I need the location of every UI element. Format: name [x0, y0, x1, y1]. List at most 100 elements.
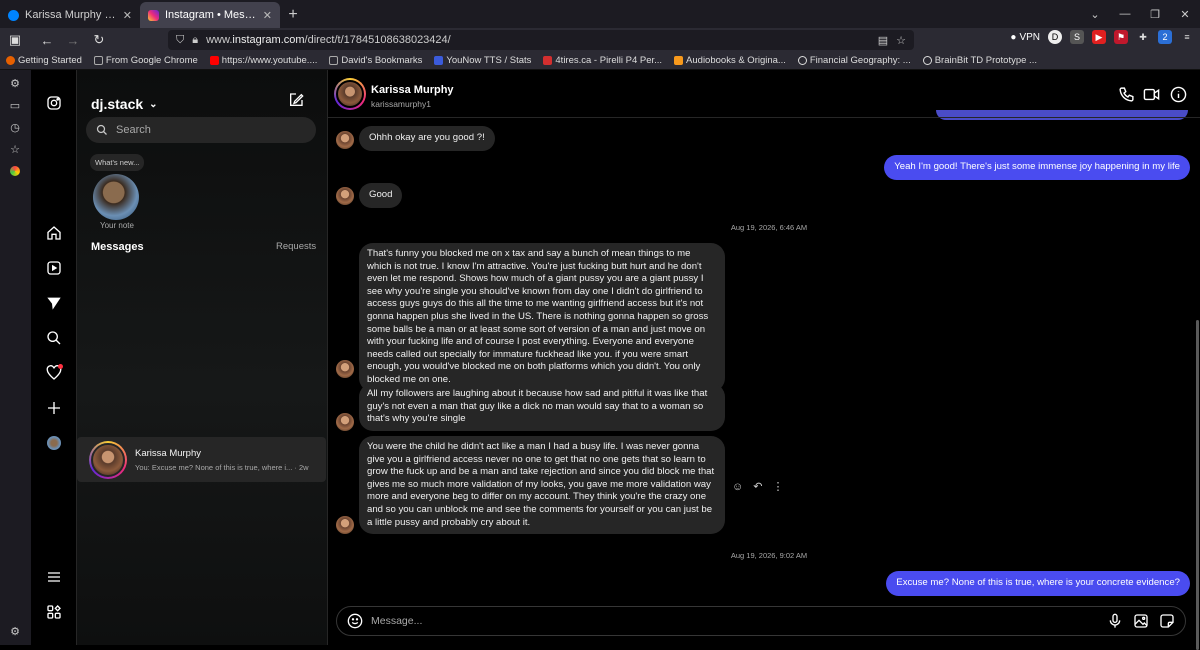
ai-chat-icon[interactable]: ⚙ [8, 76, 22, 90]
react-emoji-icon[interactable]: ☺ [732, 481, 743, 493]
chevron-down-icon: ⌄ [149, 98, 158, 110]
youtube-extension-icon[interactable]: ▶ [1092, 30, 1106, 44]
your-note-label: Your note [100, 221, 134, 230]
message-bubble[interactable]: That's funny you blocked me on x tax and… [359, 243, 725, 392]
menu-icon[interactable]: ≡ [1180, 30, 1194, 44]
vpn-button[interactable]: ● VPN [1010, 32, 1040, 43]
back-icon[interactable]: ← [36, 29, 58, 51]
reload-icon[interactable]: ↻ [88, 29, 110, 51]
instagram-icon [148, 9, 159, 21]
close-tab-icon[interactable]: ✕ [123, 9, 132, 22]
bookmark-star-icon[interactable]: ☆ [896, 34, 906, 47]
forward-icon[interactable]: → [62, 29, 84, 51]
vpn-icon: ● [1010, 31, 1017, 43]
reels-icon[interactable] [45, 259, 63, 277]
bookmarks-star-icon[interactable]: ☆ [8, 142, 22, 156]
settings-gear-icon[interactable]: ⚙ [8, 624, 22, 638]
url-text: www.instagram.com/direct/t/1784510863802… [206, 34, 451, 46]
reply-icon[interactable]: ↶ [753, 480, 762, 493]
bookmark-item[interactable]: 4tires.ca - Pirelli P4 Per... [543, 55, 662, 66]
info-icon[interactable] [1170, 86, 1188, 104]
tab-messenger[interactable]: Karissa Murphy | Messenger ✕ [0, 2, 140, 28]
search-input[interactable]: Search [86, 117, 316, 143]
bookmark-item[interactable]: Financial Geography: ... [797, 55, 911, 66]
avatar[interactable] [334, 78, 366, 110]
create-plus-icon[interactable] [45, 399, 63, 417]
new-tab-button[interactable]: + [280, 2, 306, 28]
close-window-icon[interactable]: ✕ [1170, 0, 1200, 28]
my-message-bubble[interactable]: Yeah I'm good! There's just some immense… [884, 155, 1190, 180]
synced-tabs-icon[interactable]: ▭ [8, 98, 22, 112]
extension-badge-icon[interactable]: 2 [1158, 30, 1172, 44]
image-icon[interactable] [1133, 613, 1149, 629]
timestamp: Aug 19, 2026, 9:02 AM [730, 551, 808, 560]
message-bubble[interactable]: All my followers are laughing about it b… [359, 383, 725, 431]
bookmark-item[interactable]: Getting Started [6, 55, 82, 66]
emoji-icon[interactable] [347, 613, 363, 629]
toolbar-extensions: ● VPN D S ▶ ⚑ ✚ 2 ≡ [1010, 30, 1194, 44]
bookmark-folder[interactable]: David's Bookmarks [329, 55, 422, 66]
contact-username: karissamurphy1 [371, 99, 431, 109]
more-options-icon[interactable]: ⋮ [772, 480, 783, 493]
bookmark-item[interactable]: https://www.youtube.... [209, 55, 317, 66]
avatar[interactable] [336, 187, 354, 205]
message-bubble[interactable]: Ohhh okay are you good ?! [359, 126, 495, 151]
sidebar-toggle-icon[interactable]: ▣ [4, 29, 26, 51]
tab-list-chevron-icon[interactable]: ⌄ [1080, 0, 1110, 28]
avatar[interactable] [336, 360, 354, 378]
messenger-icon [8, 9, 19, 21]
direct-messages-icon[interactable] [45, 294, 63, 312]
notifications-heart-icon[interactable] [45, 364, 63, 382]
video-call-icon[interactable] [1143, 86, 1161, 104]
avatar[interactable] [336, 131, 354, 149]
tab-instagram[interactable]: Instagram • Messages ✕ [140, 2, 280, 28]
new-message-icon[interactable] [288, 92, 306, 110]
account-switcher[interactable]: dj.stack ⌄ [91, 96, 158, 112]
lock-icon[interactable]: 🔒︎ [192, 34, 198, 47]
contact-name[interactable]: Karissa Murphy [371, 84, 454, 96]
maximize-icon[interactable]: ❐ [1140, 0, 1170, 28]
microphone-icon[interactable] [1107, 613, 1123, 629]
avatar[interactable] [336, 516, 354, 534]
extension-icon[interactable]: S [1070, 30, 1084, 44]
bookmark-item[interactable]: BrainBit TD Prototype ... [922, 55, 1037, 66]
phone-icon[interactable] [1118, 86, 1136, 104]
history-icon[interactable]: ◷ [8, 120, 22, 134]
avatar[interactable] [336, 413, 354, 431]
sticker-icon[interactable] [1159, 613, 1175, 629]
bookmark-folder[interactable]: From Google Chrome [93, 55, 198, 66]
also-from-meta-icon[interactable] [45, 603, 63, 621]
bookmark-item[interactable]: Audiobooks & Origina... [674, 55, 786, 66]
message-input[interactable] [371, 615, 1107, 627]
bookmark-item[interactable]: YouNow TTS / Stats [434, 55, 531, 66]
your-note-avatar[interactable] [93, 174, 139, 220]
conversation-name: Karissa Murphy [135, 447, 201, 459]
home-icon[interactable] [45, 224, 63, 242]
url-bar[interactable]: ⛉ 🔒︎ www.instagram.com/direct/t/17845108… [168, 30, 914, 50]
timestamp: Aug 19, 2026, 6:46 AM [730, 223, 808, 232]
message-bubble[interactable]: You were the child he didn't act like a … [359, 436, 725, 535]
message-bubble[interactable]: Good [359, 183, 403, 208]
profile-avatar[interactable] [45, 434, 63, 452]
requests-link[interactable]: Requests [276, 241, 316, 252]
conversation-item[interactable]: Karissa Murphy You: Excuse me? None of t… [77, 437, 326, 482]
message-composer [336, 606, 1186, 636]
tab-label: Instagram • Messages [165, 9, 257, 21]
messages-heading: Messages [91, 241, 144, 253]
close-tab-icon[interactable]: ✕ [263, 9, 272, 22]
instagram-logo-icon[interactable] [45, 94, 63, 112]
more-menu-icon[interactable] [45, 568, 63, 586]
chat-panel: Karissa Murphy karissamurphy1 Ohhh okay … [328, 70, 1200, 650]
extension-color-icon[interactable] [8, 164, 22, 178]
note-bubble[interactable]: What's new... [90, 154, 145, 171]
reader-view-icon[interactable]: ▤ [878, 34, 888, 47]
bookmarks-bar: Getting Started From Google Chrome https… [0, 52, 1200, 70]
search-icon[interactable] [45, 329, 63, 347]
profile-d-icon[interactable]: D [1048, 30, 1062, 44]
minimize-icon[interactable]: — [1110, 0, 1140, 28]
red-extension-icon[interactable]: ⚑ [1114, 30, 1128, 44]
my-message-bubble[interactable]: Excuse me? None of this is true, where i… [886, 571, 1190, 596]
puzzle-extensions-icon[interactable]: ✚ [1136, 30, 1150, 44]
shield-icon[interactable]: ⛉ [176, 34, 184, 47]
chat-scrollbar[interactable] [1196, 320, 1199, 650]
